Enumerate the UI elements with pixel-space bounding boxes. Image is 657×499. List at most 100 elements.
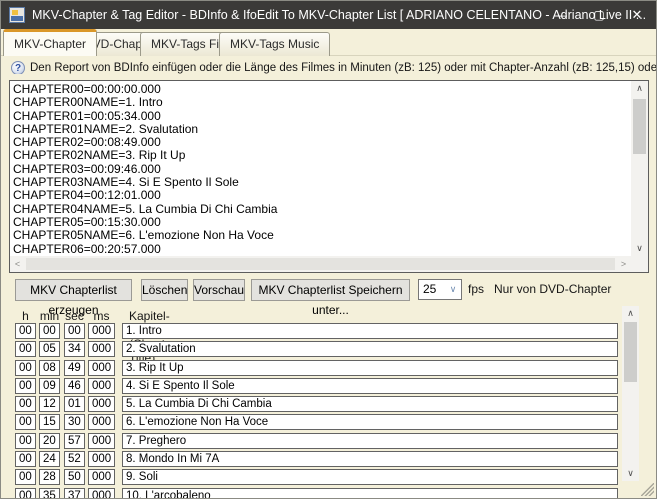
- second-field[interactable]: 34: [64, 341, 85, 357]
- chapter-title-field[interactable]: 9. Soli: [122, 469, 618, 485]
- scrollbar-corner: [631, 256, 648, 272]
- tab-strip: MKV-ChapterDVD-ChapterMKV-Tags FilmMKV-T…: [1, 29, 656, 56]
- fps-select-value: 25: [423, 280, 436, 299]
- second-field[interactable]: 30: [64, 414, 85, 430]
- minute-field[interactable]: 12: [39, 396, 60, 412]
- scroll-down-icon[interactable]: ∨: [622, 466, 639, 481]
- title-bar[interactable]: MKV-Chapter & Tag Editor - BDInfo & IfoE…: [1, 1, 656, 29]
- minute-field[interactable]: 20: [39, 433, 60, 449]
- scroll-up-icon[interactable]: ∧: [622, 306, 639, 321]
- minute-field[interactable]: 15: [39, 414, 60, 430]
- save-chapterlist-button[interactable]: MKV Chapterlist Speichern unter...: [251, 279, 410, 301]
- create-chapterlist-button[interactable]: MKV Chapterlist erzeugen: [15, 279, 132, 301]
- hour-field[interactable]: 00: [15, 469, 36, 485]
- millisecond-field[interactable]: 000: [88, 433, 115, 449]
- table-vertical-scrollbar[interactable]: ∧ ∨: [622, 306, 639, 481]
- chapter-title-field[interactable]: 4. Si E Spento Il Sole: [122, 378, 618, 394]
- chapter-title-field[interactable]: 6. L'emozione Non Ha Voce: [122, 414, 618, 430]
- chapter-title-field[interactable]: 2. Svalutation: [122, 341, 618, 357]
- second-field[interactable]: 46: [64, 378, 85, 394]
- hour-field[interactable]: 00: [15, 378, 36, 394]
- table-row: 002057000 7. Preghero: [15, 433, 619, 449]
- editor-horizontal-scrollbar[interactable]: < >: [10, 256, 631, 272]
- header-seconds: sec: [64, 309, 85, 323]
- table-row: 001530000 6. L'emozione Non Ha Voce: [15, 414, 619, 430]
- tab-mkv-tags-music[interactable]: MKV-Tags Music: [219, 32, 330, 56]
- hour-field[interactable]: 00: [15, 341, 36, 357]
- chapter-title-field[interactable]: 1. Intro: [122, 323, 618, 339]
- editor-vertical-scrollbar[interactable]: ∧ ∨: [631, 81, 648, 256]
- second-field[interactable]: 00: [64, 323, 85, 339]
- delete-button[interactable]: Löschen: [141, 279, 188, 301]
- table-row: 000849000 3. Rip It Up: [15, 360, 619, 376]
- minute-field[interactable]: 24: [39, 451, 60, 467]
- millisecond-field[interactable]: 000: [88, 323, 115, 339]
- chapter-title-field[interactable]: 5. La Cumbia Di Chi Cambia: [122, 396, 618, 412]
- chapter-title-field[interactable]: 7. Preghero: [122, 433, 618, 449]
- close-button[interactable]: ✕: [618, 1, 656, 29]
- second-field[interactable]: 37: [64, 488, 85, 499]
- help-icon: ?: [11, 61, 25, 74]
- scroll-up-icon[interactable]: ∧: [631, 81, 648, 96]
- scroll-right-icon[interactable]: >: [616, 256, 631, 272]
- chapter-title-field[interactable]: 3. Rip It Up: [122, 360, 618, 376]
- maximize-button[interactable]: ▢: [580, 1, 618, 29]
- hour-field[interactable]: 00: [15, 360, 36, 376]
- minute-field[interactable]: 08: [39, 360, 60, 376]
- hour-field[interactable]: 00: [15, 451, 36, 467]
- help-text: Den Report von BDInfo einfügen oder die …: [30, 62, 656, 74]
- resize-grip-icon[interactable]: [641, 483, 654, 496]
- editor-hscrollbar-thumb[interactable]: [26, 258, 615, 270]
- table-scrollbar-thumb[interactable]: [624, 322, 637, 382]
- second-field[interactable]: 50: [64, 469, 85, 485]
- second-field[interactable]: 52: [64, 451, 85, 467]
- table-row: 000946000 4. Si E Spento Il Sole: [15, 378, 619, 394]
- editor-scrollbar-thumb[interactable]: [633, 99, 646, 154]
- app-icon: [9, 7, 25, 23]
- millisecond-field[interactable]: 000: [88, 378, 115, 394]
- second-field[interactable]: 01: [64, 396, 85, 412]
- second-field[interactable]: 57: [64, 433, 85, 449]
- chapter-title-field[interactable]: 10. L'arcobaleno: [122, 488, 618, 499]
- millisecond-field[interactable]: 000: [88, 451, 115, 467]
- fps-select[interactable]: 25 ∨: [418, 279, 462, 300]
- minimize-button[interactable]: —: [542, 1, 580, 29]
- chapter-report-textarea[interactable]: CHAPTER00=00:00:00.000 CHAPTER00NAME=1. …: [9, 80, 649, 273]
- table-row: 001201000 5. La Cumbia Di Chi Cambia: [15, 396, 619, 412]
- app-window: MKV-Chapter & Tag Editor - BDInfo & IfoE…: [0, 0, 657, 499]
- help-row: ? Den Report von BDInfo einfügen oder die…: [11, 59, 656, 74]
- millisecond-field[interactable]: 000: [88, 414, 115, 430]
- table-row: 002850000 9. Soli: [15, 469, 619, 485]
- hour-field[interactable]: 00: [15, 414, 36, 430]
- chapter-report-text: CHAPTER00=00:00:00.000 CHAPTER00NAME=1. …: [13, 83, 628, 256]
- minute-field[interactable]: 35: [39, 488, 60, 499]
- minute-field[interactable]: 28: [39, 469, 60, 485]
- table-row: 0035 37000 10. L'arcobaleno: [15, 488, 619, 499]
- table-row: 002452000 8. Mondo In Mi 7A: [15, 451, 619, 467]
- table-row: 000534000 2. Svalutation: [15, 341, 619, 357]
- hour-field[interactable]: 00: [15, 396, 36, 412]
- chapter-title-field[interactable]: 8. Mondo In Mi 7A: [122, 451, 618, 467]
- minute-field[interactable]: 09: [39, 378, 60, 394]
- millisecond-field[interactable]: 000: [88, 469, 115, 485]
- millisecond-field[interactable]: 000: [88, 341, 115, 357]
- preview-button[interactable]: Vorschau: [193, 279, 245, 301]
- scroll-left-icon[interactable]: <: [10, 256, 25, 272]
- hour-field[interactable]: 00: [15, 323, 36, 339]
- header-hours: h: [15, 309, 36, 323]
- hour-field[interactable]: 00: [15, 433, 36, 449]
- millisecond-field[interactable]: 000: [88, 360, 115, 376]
- header-minutes: min: [39, 309, 60, 323]
- minute-field[interactable]: 00: [39, 323, 60, 339]
- table-row: 0000000001. Intro: [15, 323, 619, 339]
- hour-field[interactable]: 00: [15, 488, 36, 499]
- scroll-down-icon[interactable]: ∨: [631, 241, 648, 256]
- second-field[interactable]: 49: [64, 360, 85, 376]
- millisecond-field[interactable]: 000: [88, 488, 115, 499]
- fps-label: fps Nur von DVD-Chapter: [468, 282, 611, 296]
- tab-mkv-chapter[interactable]: MKV-Chapter: [3, 29, 97, 56]
- chapter-table: 0000000001. Intro0005340002. Svalutation…: [15, 323, 619, 499]
- minute-field[interactable]: 05: [39, 341, 60, 357]
- chevron-down-icon[interactable]: ∨: [445, 280, 461, 299]
- millisecond-field[interactable]: 000: [88, 396, 115, 412]
